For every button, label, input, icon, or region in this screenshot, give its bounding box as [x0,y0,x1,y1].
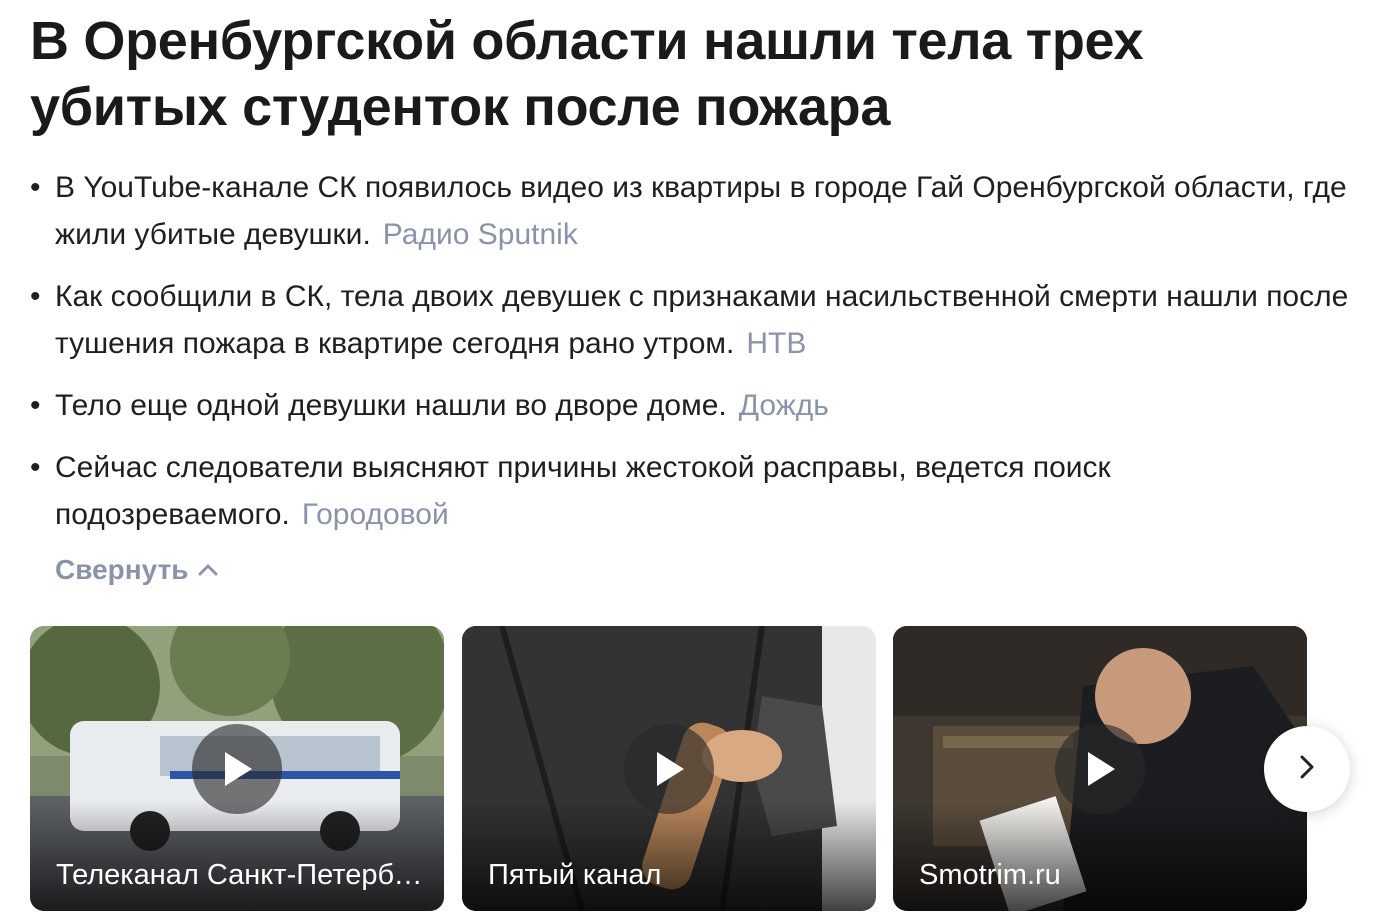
collapse-label: Свернуть [55,554,189,585]
video-carousel: Телеканал Санкт-Петербург Пятый канал Sm… [30,626,1350,911]
caption-gradient [30,801,444,911]
bullet-dot: • [30,451,41,484]
video-card[interactable]: Телеканал Санкт-Петербург [30,626,444,911]
play-icon[interactable] [624,724,714,814]
summary-text: В YouTube-канале СК появилось видео из к… [55,171,1347,251]
summary-item: • Сейчас следователи выясняют причины же… [30,444,1350,538]
carousel-next-button[interactable] [1264,726,1350,812]
summary-text: Как сообщили в СК, тела двоих девушек с … [55,280,1349,360]
play-icon[interactable] [192,724,282,814]
video-card[interactable]: Smotrim.ru [893,626,1307,911]
summary-source-link[interactable]: Радио Sputnik [383,218,578,251]
bullet-dot: • [30,280,41,313]
chevron-up-icon [197,563,219,577]
bullet-dot: • [30,171,41,204]
play-icon[interactable] [1055,724,1145,814]
summary-text: Сейчас следователи выясняют причины жест… [55,451,1111,531]
caption-gradient [462,801,876,911]
chevron-right-icon [1298,753,1316,786]
summary-item: • В YouTube-канале СК появилось видео из… [30,164,1350,258]
summary-item: • Тело еще одной девушки нашли во дворе … [30,382,1350,429]
summary-item: • Как сообщили в СК, тела двоих девушек … [30,273,1350,367]
caption-gradient [893,801,1307,911]
summary-source-link[interactable]: Дождь [739,389,829,422]
collapse-button[interactable]: Свернуть [55,548,219,592]
story-headline: В Оренбургской области нашли тела трех у… [30,11,1144,137]
video-source-label: Smotrim.ru [919,859,1061,891]
video-source-label: Телеканал Санкт-Петербург [56,859,424,891]
summary-text: Тело еще одной девушки нашли во дворе до… [55,389,727,422]
video-source-label: Пятый канал [488,859,662,891]
bullet-dot: • [30,389,41,422]
story-summary-list: • В YouTube-канале СК появилось видео из… [30,164,1350,553]
summary-source-link[interactable]: НТВ [746,327,806,360]
video-card[interactable]: Пятый канал [462,626,876,911]
summary-source-link[interactable]: Городовой [302,498,449,531]
news-story-page: В Оренбургской области нашли тела трех у… [0,0,1382,921]
